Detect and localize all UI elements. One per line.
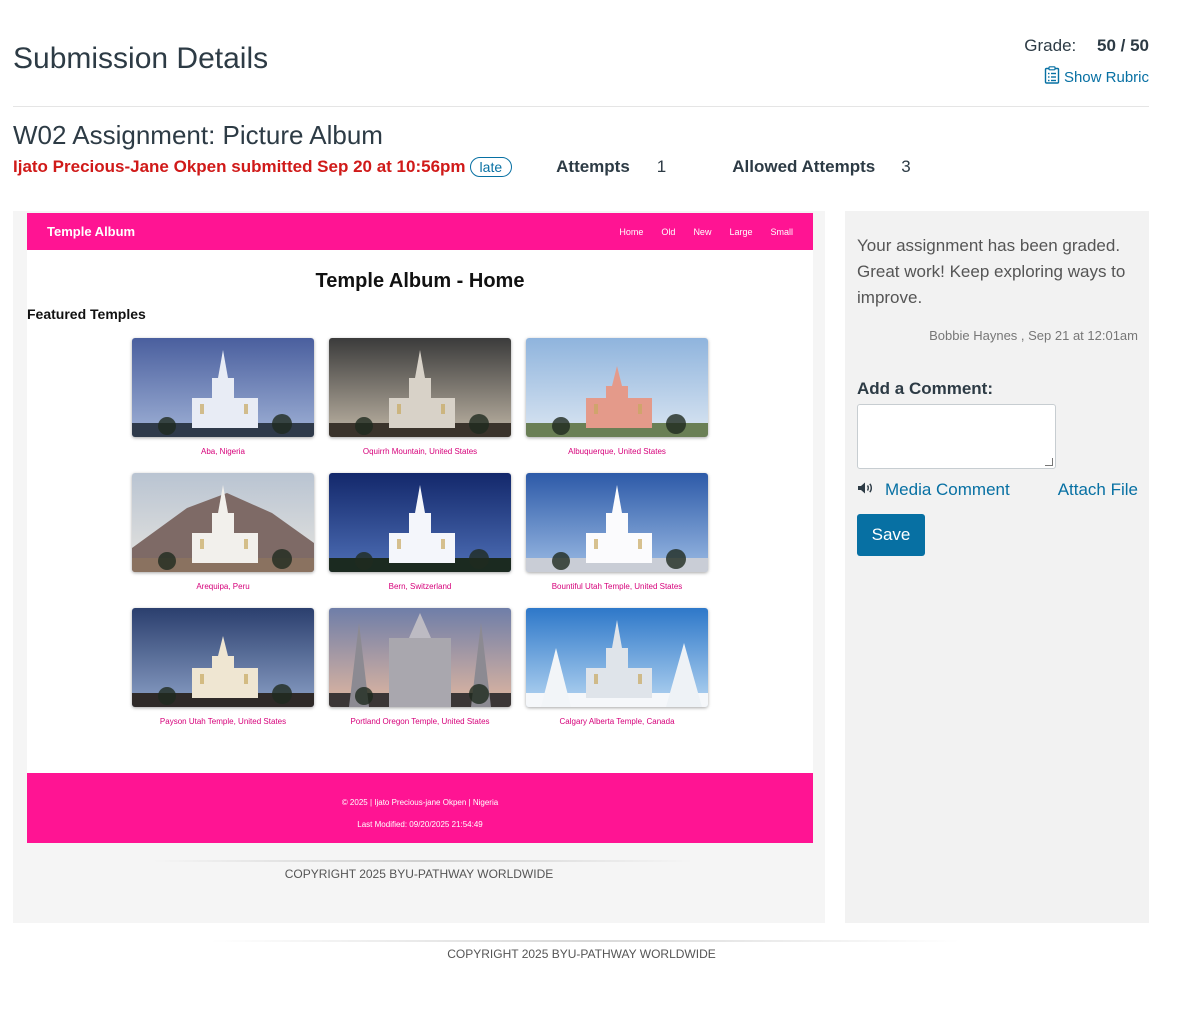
- temple-image: [132, 608, 314, 707]
- page-divider: [210, 940, 960, 942]
- show-rubric-link[interactable]: Show Rubric: [1044, 66, 1149, 88]
- page-copyright: COPYRIGHT 2025 BYU-PATHWAY WORLDWIDE: [447, 947, 716, 961]
- temple-image: [526, 338, 708, 437]
- temple-caption: Bountiful Utah Temple, United States: [551, 582, 683, 591]
- student-nav-home[interactable]: Home: [619, 227, 643, 237]
- temple-caption: Payson Utah Temple, United States: [159, 717, 287, 726]
- assignment-title: W02 Assignment: Picture Album: [13, 120, 383, 150]
- temple-caption: Calgary Alberta Temple, Canada: [559, 717, 675, 726]
- resize-grip-icon[interactable]: [1045, 458, 1053, 466]
- submission-preview-frame[interactable]: Temple Album Home Old New Large Small Te…: [13, 211, 825, 923]
- attempts-value: 1: [656, 157, 667, 176]
- temple-image: [526, 473, 708, 572]
- student-nav-old[interactable]: Old: [661, 227, 675, 237]
- late-badge: late: [469, 157, 513, 177]
- header-divider: [13, 106, 1149, 107]
- speaker-icon: [857, 480, 875, 500]
- student-footer: © 2025 | Ijato Precious-jane Okpen | Nig…: [27, 773, 813, 843]
- grade-line: Grade: 50 / 50: [1024, 36, 1149, 56]
- temple-card: Oquirrh Mountain, United States: [329, 338, 511, 473]
- student-heading: Temple Album - Home: [315, 270, 525, 292]
- media-comment-label: Media Comment: [885, 480, 1010, 499]
- attempts-label: Attempts: [556, 157, 630, 176]
- student-nav-small[interactable]: Small: [770, 227, 793, 237]
- comment-actions-row: Media Comment Attach File: [857, 480, 1138, 500]
- add-comment-label: Add a Comment:: [857, 379, 993, 398]
- comment-author-date: Bobbie Haynes , Sep 21 at 12:01am: [929, 328, 1138, 343]
- save-button[interactable]: Save: [857, 514, 925, 556]
- submitted-text: Ijato Precious-Jane Okpen submitted Sep …: [13, 157, 466, 176]
- temple-caption: Portland Oregon Temple, United States: [350, 717, 490, 726]
- temple-card: Aba, Nigeria: [132, 338, 314, 473]
- grade-box: Grade: 50 / 50 Show Rubric: [1024, 36, 1149, 89]
- grader-comment: Your assignment has been graded. Great w…: [857, 236, 1126, 307]
- student-nav-large[interactable]: Large: [729, 227, 752, 237]
- temple-caption: Arequipa, Peru: [196, 582, 250, 591]
- temple-caption: Oquirrh Mountain, United States: [362, 447, 478, 456]
- temple-image: [526, 608, 708, 707]
- rubric-icon: [1044, 66, 1060, 88]
- temple-card: Payson Utah Temple, United States: [132, 608, 314, 743]
- preview-copyright: COPYRIGHT 2025 BYU-PATHWAY WORLDWIDE: [284, 867, 554, 881]
- temple-card: Bern, Switzerland: [329, 473, 511, 608]
- student-navbar: Temple Album Home Old New Large Small: [27, 213, 813, 250]
- preview-divider: [153, 860, 693, 862]
- temple-caption: Bern, Switzerland: [388, 582, 452, 591]
- temple-caption: Albuquerque, United States: [568, 447, 666, 456]
- temple-card: Bountiful Utah Temple, United States: [526, 473, 708, 608]
- student-subheading: Featured Temples: [27, 306, 146, 322]
- student-nav-links: Home Old New Large Small: [619, 227, 793, 237]
- allowed-attempts-value: 3: [901, 157, 911, 176]
- comment-textarea[interactable]: [857, 404, 1056, 469]
- student-nav-new[interactable]: New: [693, 227, 711, 237]
- temple-image: [329, 608, 511, 707]
- show-rubric-label: Show Rubric: [1063, 68, 1149, 86]
- temple-card: Portland Oregon Temple, United States: [329, 608, 511, 743]
- attach-file-link[interactable]: Attach File: [1058, 480, 1138, 500]
- temple-image: [329, 473, 511, 572]
- temple-image: [329, 338, 511, 437]
- temple-image: [132, 338, 314, 437]
- student-brand[interactable]: Temple Album: [47, 224, 135, 239]
- grade-label: Grade:: [1024, 36, 1077, 55]
- temple-card: Calgary Alberta Temple, Canada: [526, 608, 708, 743]
- student-page: Temple Album Home Old New Large Small Te…: [27, 213, 813, 843]
- allowed-attempts-label: Allowed Attempts: [732, 157, 876, 176]
- submission-info-row: Ijato Precious-Jane Okpen submitted Sep …: [13, 157, 911, 177]
- page-title: Submission Details: [13, 42, 269, 75]
- temple-card: Albuquerque, United States: [526, 338, 708, 473]
- media-comment-button[interactable]: Media Comment: [857, 480, 1010, 500]
- grade-value: 50 / 50: [1097, 36, 1149, 55]
- temple-image: [132, 473, 314, 572]
- temple-card: Arequipa, Peru: [132, 473, 314, 608]
- student-footer-line2: Last Modified: 09/20/2025 21:54:49: [357, 820, 483, 829]
- temple-caption: Aba, Nigeria: [200, 447, 246, 456]
- student-footer-line1: © 2025 | Ijato Precious-jane Okpen | Nig…: [341, 798, 499, 807]
- comments-sidebar: Your assignment has been graded. Great w…: [845, 211, 1149, 923]
- temple-grid: Aba, Nigeria Oquirrh Mountain, United St…: [132, 338, 708, 743]
